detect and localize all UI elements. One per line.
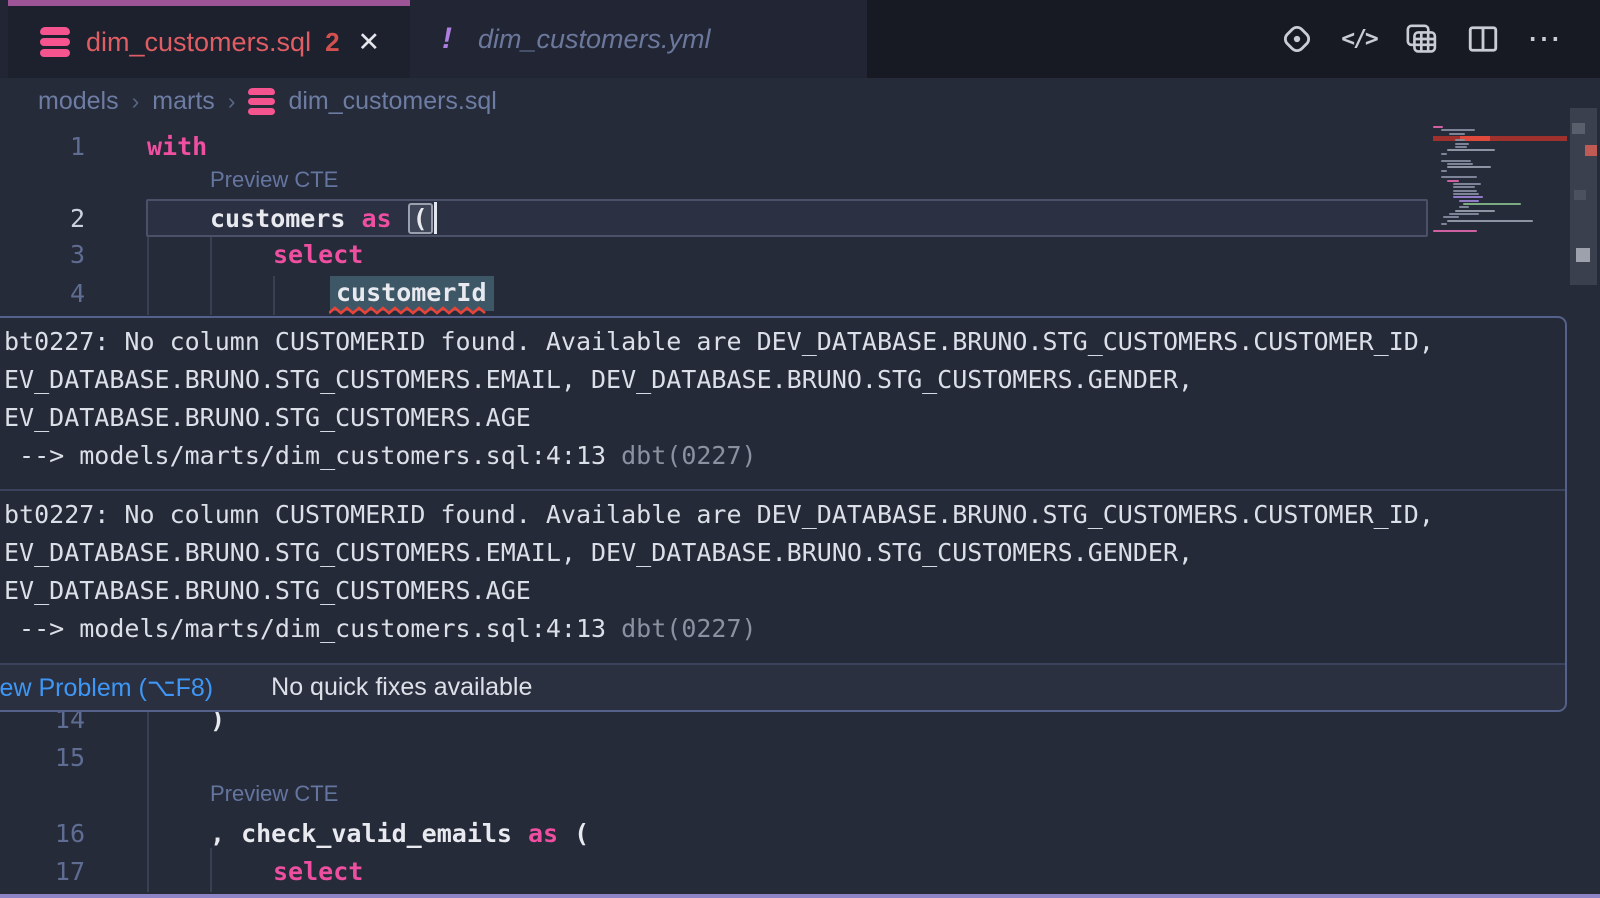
error-squiggle [329,306,487,315]
keyword: as [361,204,391,233]
compiled-code-icon[interactable]: </> [1340,20,1378,58]
text-cursor [434,202,437,234]
cte-name: check_valid_emails [241,819,512,848]
tab-bar: dim_customers.sql 2 ✕ ! dim_customers.ym… [0,0,1600,78]
scrollbar[interactable] [1570,108,1597,285]
line-number: 3 [0,240,85,269]
bracket-match: ( [408,203,433,234]
breadcrumb-file[interactable]: dim_customers.sql [288,87,496,116]
indent-guide [273,276,275,315]
bracket: ( [574,819,589,848]
chevron-right-icon: › [132,88,140,115]
no-quick-fixes-text: No quick fixes available [271,673,532,702]
error-source: dbt(0227) [621,614,756,643]
query-results-icon[interactable] [1402,20,1440,58]
breadcrumb-models[interactable]: models [38,87,119,116]
line-number: 4 [0,279,85,308]
minimap[interactable] [1433,126,1567,238]
error-hover-tooltip: bt0227: No column CUSTOMERID found. Avai… [0,316,1567,712]
hover-status-bar: iew Problem (⌥F8) No quick fixes availab… [0,663,1565,710]
error-source: dbt(0227) [621,441,756,470]
codelens-preview-cte[interactable]: Preview CTE [147,164,338,196]
editor-actions: </> ⋯ [1278,0,1564,78]
indent-guide [147,237,149,315]
error-marker [1585,145,1597,156]
line-number: 15 [0,743,85,772]
scrollbar-decoration [1576,248,1590,262]
line-number: 17 [0,857,85,886]
problem-count-badge: 2 [325,27,339,58]
breadcrumb-marts[interactable]: marts [152,87,215,116]
tab-label: dim_customers.yml [478,24,711,55]
line-number: 1 [0,132,85,161]
code-line-1[interactable]: 1 with [0,127,1433,166]
indent-guide [210,237,212,315]
codelens-preview-cte[interactable]: Preview CTE [147,778,338,810]
warning-icon: ! [442,22,452,56]
code-line-15[interactable]: 15 [0,738,1433,777]
comma: , [210,819,225,848]
keyword: select [273,857,363,886]
close-icon[interactable]: ✕ [358,27,381,58]
dbt-logo-icon[interactable] [1278,20,1316,58]
code-line-3[interactable]: 3 select [0,235,1433,274]
line-number: 16 [0,819,85,848]
breadcrumb: models › marts › dim_customers.sql [0,78,1430,125]
keyword: select [273,240,363,269]
database-icon [248,88,275,115]
line-number: 2 [0,204,85,233]
split-editor-icon[interactable] [1464,20,1502,58]
code-line-17[interactable]: 17 select [0,852,1433,891]
tab-dim-customers-yml[interactable]: ! dim_customers.yml [410,0,784,78]
error-message-block: bt0227: No column CUSTOMERID found. Avai… [0,491,1565,662]
error-message-block: bt0227: No column CUSTOMERID found. Avai… [0,318,1565,489]
view-problem-link[interactable]: iew Problem (⌥F8) [0,673,213,703]
database-icon [40,27,70,57]
keyword: as [528,819,558,848]
tab-label: dim_customers.sql [86,27,311,58]
code-line-4[interactable]: 4 customerId [0,274,1433,313]
scrollbar-decoration [1572,123,1585,134]
cte-name: customers [210,204,345,233]
chevron-right-icon: › [228,88,236,115]
keyword: with [147,132,207,161]
more-actions-icon[interactable]: ⋯ [1526,20,1564,58]
vscode-editor-window: dim_customers.sql 2 ✕ ! dim_customers.ym… [0,0,1600,898]
code-line-2[interactable]: 2 customers as ( [0,199,1433,237]
tab-dim-customers-sql[interactable]: dim_customers.sql 2 ✕ [8,0,410,78]
scrollbar-decoration [1574,190,1586,200]
code-line-16[interactable]: 16 , check_valid_emails as ( [0,814,1433,853]
